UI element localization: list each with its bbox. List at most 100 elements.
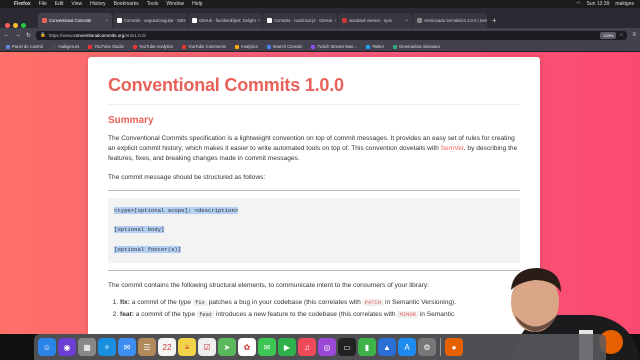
tab-favicon-icon <box>417 18 422 23</box>
notes-icon[interactable]: ≡ <box>178 338 196 356</box>
wifi-icon[interactable]: ◠ <box>576 1 580 7</box>
tab-close-icon[interactable]: × <box>258 18 260 23</box>
bookmark-item[interactable]: Analytics <box>234 44 258 49</box>
podcasts-icon[interactable]: ◎ <box>318 338 336 356</box>
tab-5[interactable]: Versionado Semántico 2.0.0 | Sem× <box>413 13 487 28</box>
tab-favicon-icon <box>267 18 272 23</box>
bookmark-label: YouTube Studio <box>94 44 124 49</box>
tabs-container: Conventional Commits × Commits · angular/a… <box>38 13 488 28</box>
contacts-icon[interactable]: ☰ <box>138 338 156 356</box>
commit-format-code-block[interactable]: <type>[optional scope]: <description> [o… <box>108 197 520 263</box>
tab-close-icon[interactable]: × <box>106 18 108 23</box>
bookmark-item[interactable]: Generadora miniatura <box>393 44 440 49</box>
bookmark-favicon-icon <box>52 44 57 49</box>
bookmark-item[interactable]: Panel de Control <box>6 44 43 49</box>
tab-title: Commits · angular/angular · GitH <box>124 18 186 23</box>
tab-2[interactable]: GitHub - facebook/jest: Delight × <box>188 13 262 28</box>
back-icon[interactable]: ← <box>4 32 10 38</box>
bookmark-item[interactable]: YouTube Comments <box>182 44 226 49</box>
forward-icon[interactable]: → <box>15 32 21 38</box>
appstore-icon[interactable]: A <box>398 338 416 356</box>
code-line-footer: [optional footer(s)] <box>114 246 182 254</box>
user-name[interactable]: makiges <box>615 1 634 7</box>
bookmark-item[interactable]: makiges.es <box>52 44 79 49</box>
photos-icon[interactable]: ✿ <box>238 338 256 356</box>
reload-icon[interactable]: ↻ <box>26 32 31 39</box>
list-item-fix: fix: a commit of the type fix patches a … <box>120 297 520 309</box>
elements-list: fix: a commit of the type fix patches a … <box>108 297 520 321</box>
macos-dock: ☺ ◉ ▦ ✧ ✉ ☰ 22 ≡ ☑ ➤ ✿ ✉ ▶ ♫ ◎ ▭ ▮ ▲ A ⚙ ● <box>34 334 606 360</box>
clock[interactable]: Sun 12:39 <box>587 1 610 7</box>
bookmark-item[interactable]: YouTube Studio <box>88 44 124 49</box>
bookmark-label: YouTube Comments <box>188 44 226 49</box>
bookmark-favicon-icon <box>182 44 187 49</box>
bookmark-label: Search Console <box>272 44 303 49</box>
tab-favicon-icon <box>117 18 122 23</box>
code-line-body: [optional body] <box>114 226 165 234</box>
bookmark-label: YouTube Analytics <box>138 44 174 49</box>
menubar-status-area: ◠ Sun 12:39 makiges <box>576 1 634 7</box>
menu-help[interactable]: Help <box>192 1 202 7</box>
menu-tools[interactable]: Tools <box>147 1 159 7</box>
bookmark-item[interactable]: Search Console <box>266 44 303 49</box>
reminders-icon[interactable]: ☑ <box>198 338 216 356</box>
bookmark-item[interactable]: Twitter <box>365 44 385 49</box>
menu-edit[interactable]: Edit <box>55 1 64 7</box>
bookmark-label: Panel de Control <box>12 44 44 49</box>
safari-icon[interactable]: ✧ <box>98 338 116 356</box>
menu-firefox[interactable]: Firefox <box>14 1 31 7</box>
tab-title: Versionado Semántico 2.0.0 | Sem <box>424 18 487 23</box>
tab-4[interactable]: standard-version - npm × <box>338 13 412 28</box>
divider <box>108 189 520 191</box>
preferences-icon[interactable]: ⚙ <box>418 338 436 356</box>
tab-3[interactable]: Commits · nuxt/nuxt.js · GitHub × <box>263 13 337 28</box>
page-title: Conventional Commits 1.0.0 <box>108 75 520 105</box>
bookmark-label: makiges.es <box>58 44 80 49</box>
bookmark-item[interactable]: YouTube Analytics <box>132 44 174 49</box>
summary-heading: Summary <box>108 115 154 126</box>
bookmark-star-icon[interactable]: ☆ <box>619 32 623 38</box>
menu-file[interactable]: File <box>39 1 47 7</box>
zoom-level-badge[interactable]: 133% <box>600 31 617 39</box>
url-text: https://www.conventionalcommits.org/en/v… <box>48 32 146 38</box>
new-tab-button[interactable]: + <box>488 16 501 28</box>
divider <box>108 269 520 271</box>
tab-close-icon[interactable]: × <box>334 18 336 23</box>
bookmarks-toolbar: Panel de Control makiges.es YouTube Studio… <box>0 42 640 52</box>
bookmark-favicon-icon <box>393 44 398 49</box>
calendar-icon[interactable]: 22 <box>158 338 176 356</box>
siri-icon[interactable]: ◉ <box>58 338 76 356</box>
tab-0[interactable]: Conventional Commits × <box>38 13 112 28</box>
dock-separator <box>440 338 441 356</box>
menu-window[interactable]: Window <box>166 1 184 7</box>
tab-favicon-icon <box>192 18 197 23</box>
bookmark-label: Twitter <box>371 44 385 49</box>
menu-hamburger-icon[interactable]: ≡ <box>632 32 636 38</box>
address-bar[interactable]: 🔒 https://www.conventionalcommits.org/en… <box>36 30 628 40</box>
menu-bookmarks[interactable]: Bookmarks <box>114 1 139 7</box>
music-icon[interactable]: ♫ <box>298 338 316 356</box>
navigation-toolbar: ← → ↻ 🔒 https://www.conventionalcommits.… <box>0 28 640 42</box>
semver-link[interactable]: SemVer <box>441 145 464 152</box>
elements-intro: The commit contains the following struct… <box>108 281 430 289</box>
bookmark-favicon-icon <box>365 44 370 49</box>
mail-icon[interactable]: ✉ <box>118 338 136 356</box>
tab-1[interactable]: Commits · angular/angular · GitH× <box>113 13 187 28</box>
maps-icon[interactable]: ➤ <box>218 338 236 356</box>
menu-view[interactable]: View <box>71 1 82 7</box>
bookmark-favicon-icon <box>266 44 271 49</box>
numbers-icon[interactable]: ▮ <box>358 338 376 356</box>
facetime-icon[interactable]: ▶ <box>278 338 296 356</box>
menu-history[interactable]: History <box>90 1 106 7</box>
finder-icon[interactable]: ☺ <box>38 338 56 356</box>
firefox-icon[interactable]: ● <box>445 338 463 356</box>
keynote-icon[interactable]: ▲ <box>378 338 396 356</box>
tv-icon[interactable]: ▭ <box>338 338 356 356</box>
bookmark-label: Generadora miniatura <box>399 44 440 49</box>
messages-icon[interactable]: ✉ <box>258 338 276 356</box>
content-card: Conventional Commits 1.0.0 Summary The C… <box>88 57 540 334</box>
structure-intro: The commit message should be structured … <box>108 173 266 181</box>
launchpad-icon[interactable]: ▦ <box>78 338 96 356</box>
tab-close-icon[interactable]: × <box>406 18 408 23</box>
bookmark-item[interactable]: Twitch Stream Man... <box>311 44 357 49</box>
